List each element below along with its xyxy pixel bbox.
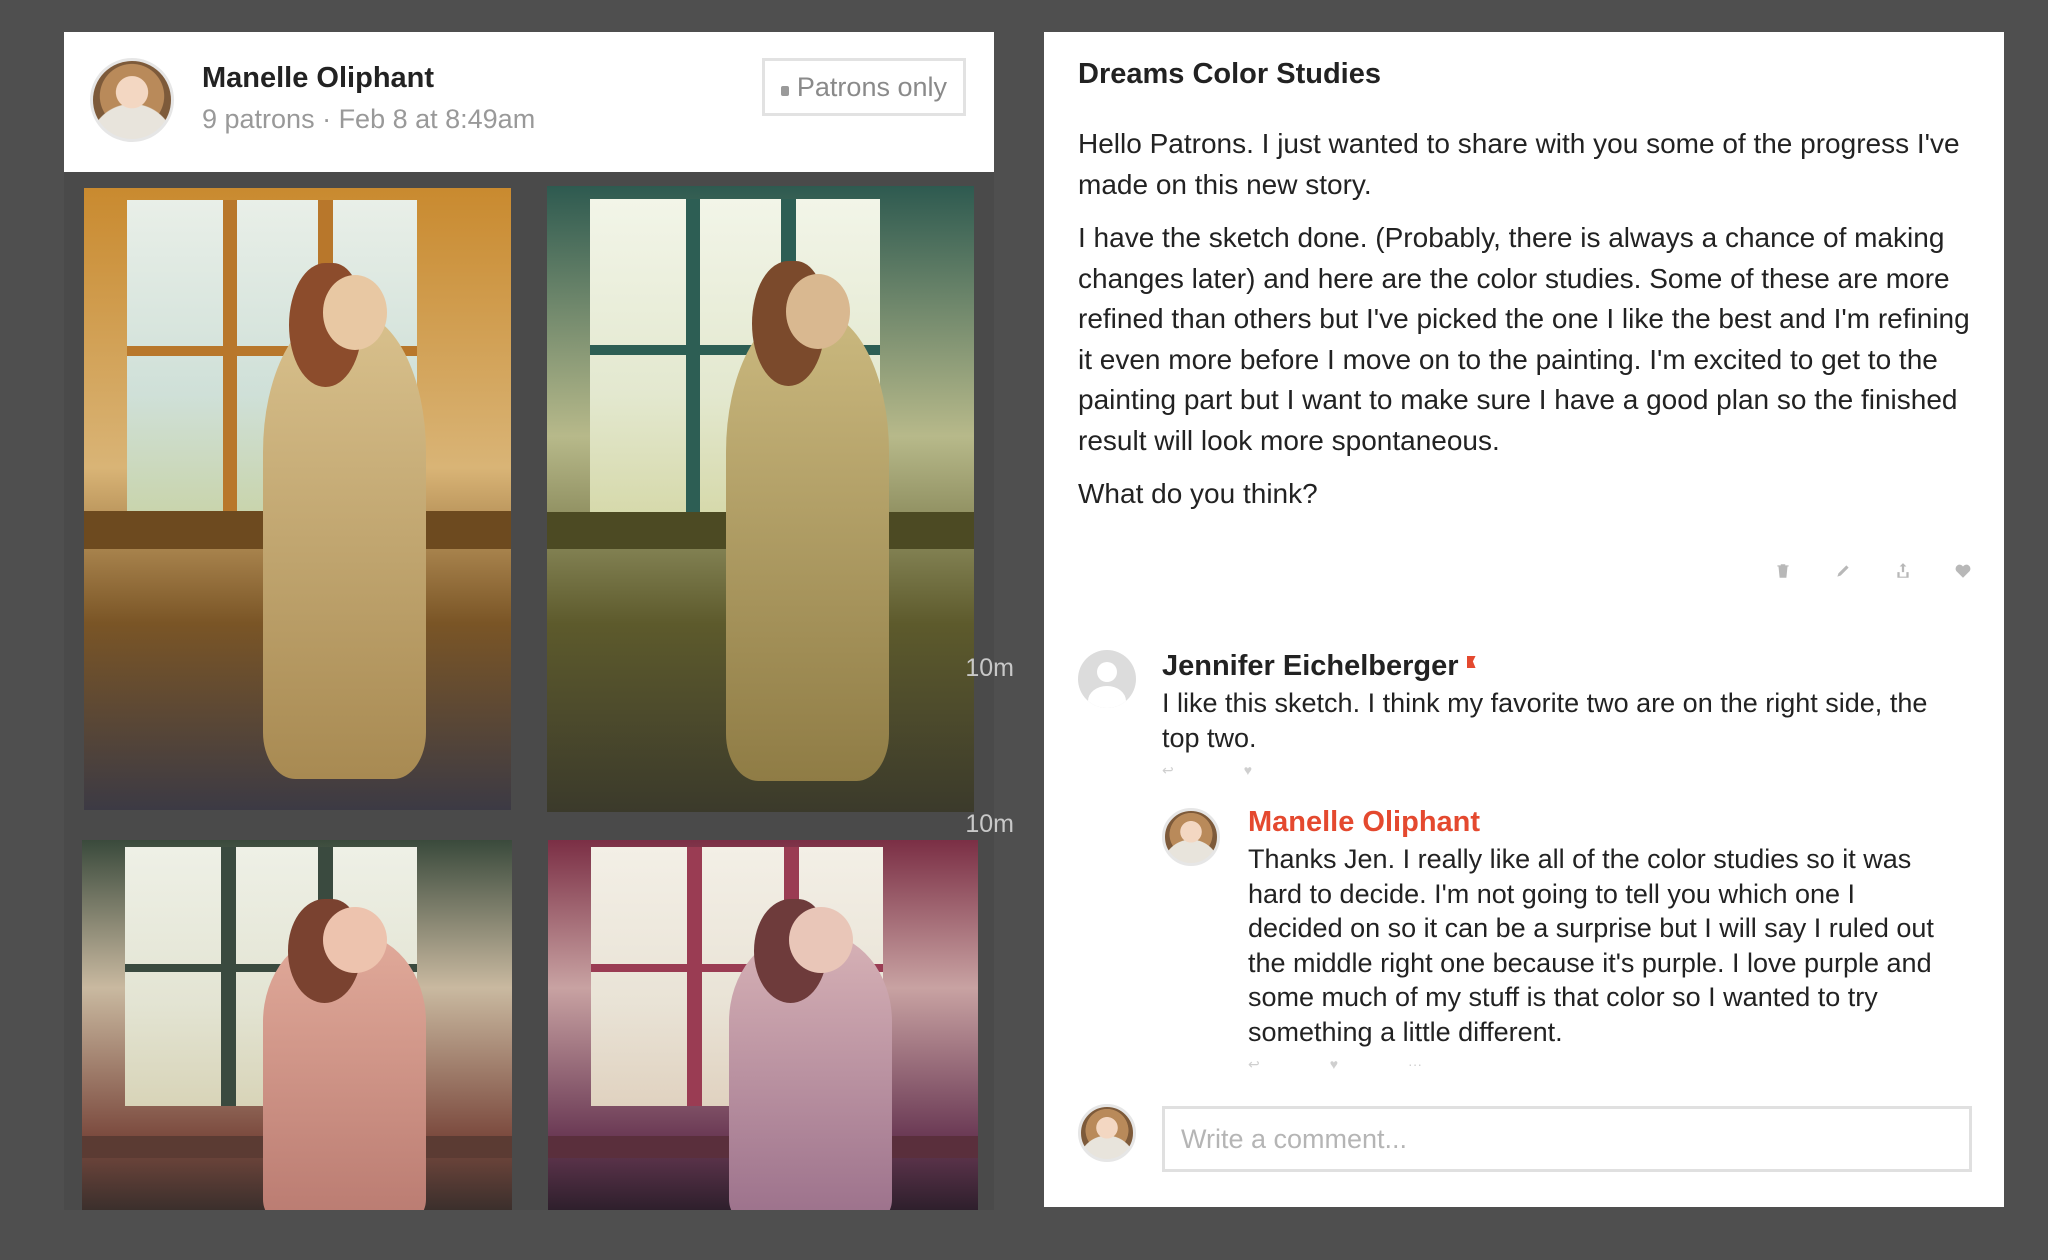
comment-time: 10m	[965, 810, 1014, 838]
color-study-image-1[interactable]	[84, 188, 511, 810]
trash-icon[interactable]	[1774, 562, 1792, 580]
comment-input[interactable]	[1162, 1106, 1972, 1172]
commenter-name-text[interactable]: Jennifer Eichelberger	[1162, 650, 1459, 682]
flag-icon[interactable]	[1466, 656, 1476, 668]
share-icon[interactable]	[1894, 562, 1912, 580]
lock-icon	[780, 86, 789, 96]
comment-time: 10m	[965, 654, 1014, 682]
comment-actions: ↩ ♥	[1162, 762, 1252, 779]
post-meta: 9 patrons · Feb 8 at 8:49am	[202, 104, 536, 134]
reply-icon[interactable]: ↩	[1248, 1056, 1260, 1073]
post-detail-card: Dreams Color Studies Hello Patrons. I ju…	[965, 32, 2004, 1207]
reply-icon[interactable]: ↩	[1162, 762, 1174, 779]
comment-text: I like this sketch. I think my favorite …	[1162, 688, 1928, 753]
post-title: Dreams Color Studies	[1078, 58, 1381, 90]
post-header: Manelle Oliphant 9 patrons · Feb 8 at 8:…	[64, 32, 994, 172]
post-paragraph: What do you think?	[1078, 478, 1318, 509]
current-user-avatar	[1078, 1104, 1136, 1162]
like-icon[interactable]: ♥	[1244, 762, 1252, 779]
color-study-image-2[interactable]	[547, 186, 974, 812]
post-paragraph: I have the sketch done. (Probably, there…	[1078, 222, 1970, 456]
comment-text: Thanks Jen. I really like all of the col…	[1248, 844, 1934, 1047]
author-name[interactable]: Manelle Oliphant	[202, 62, 434, 95]
image-gallery	[64, 172, 994, 1210]
author-avatar[interactable]	[90, 58, 174, 142]
default-user-avatar[interactable]	[1078, 650, 1136, 708]
like-icon[interactable]: ♥	[1330, 1056, 1338, 1073]
creator-avatar[interactable]	[1162, 808, 1220, 866]
color-study-image-4[interactable]	[548, 840, 978, 1210]
pencil-icon[interactable]	[1834, 562, 1852, 580]
post-actions	[1774, 562, 1972, 580]
commenter-name[interactable]: Jennifer Eichelberger	[1162, 650, 1476, 683]
color-study-image-3[interactable]	[82, 840, 512, 1210]
patrons-only-badge: Patrons only	[761, 58, 966, 116]
comment-actions: ↩ ♥ ···	[1248, 1056, 1422, 1073]
post-body: Hello Patrons. I just wanted to share wi…	[1078, 124, 1978, 528]
creator-name[interactable]: Manelle Oliphant	[1248, 806, 1480, 839]
heart-icon[interactable]	[1954, 562, 1972, 580]
post-paragraph: Hello Patrons. I just wanted to share wi…	[1078, 128, 1960, 200]
more-icon[interactable]: ···	[1408, 1056, 1422, 1073]
patrons-only-label: Patrons only	[796, 71, 947, 102]
